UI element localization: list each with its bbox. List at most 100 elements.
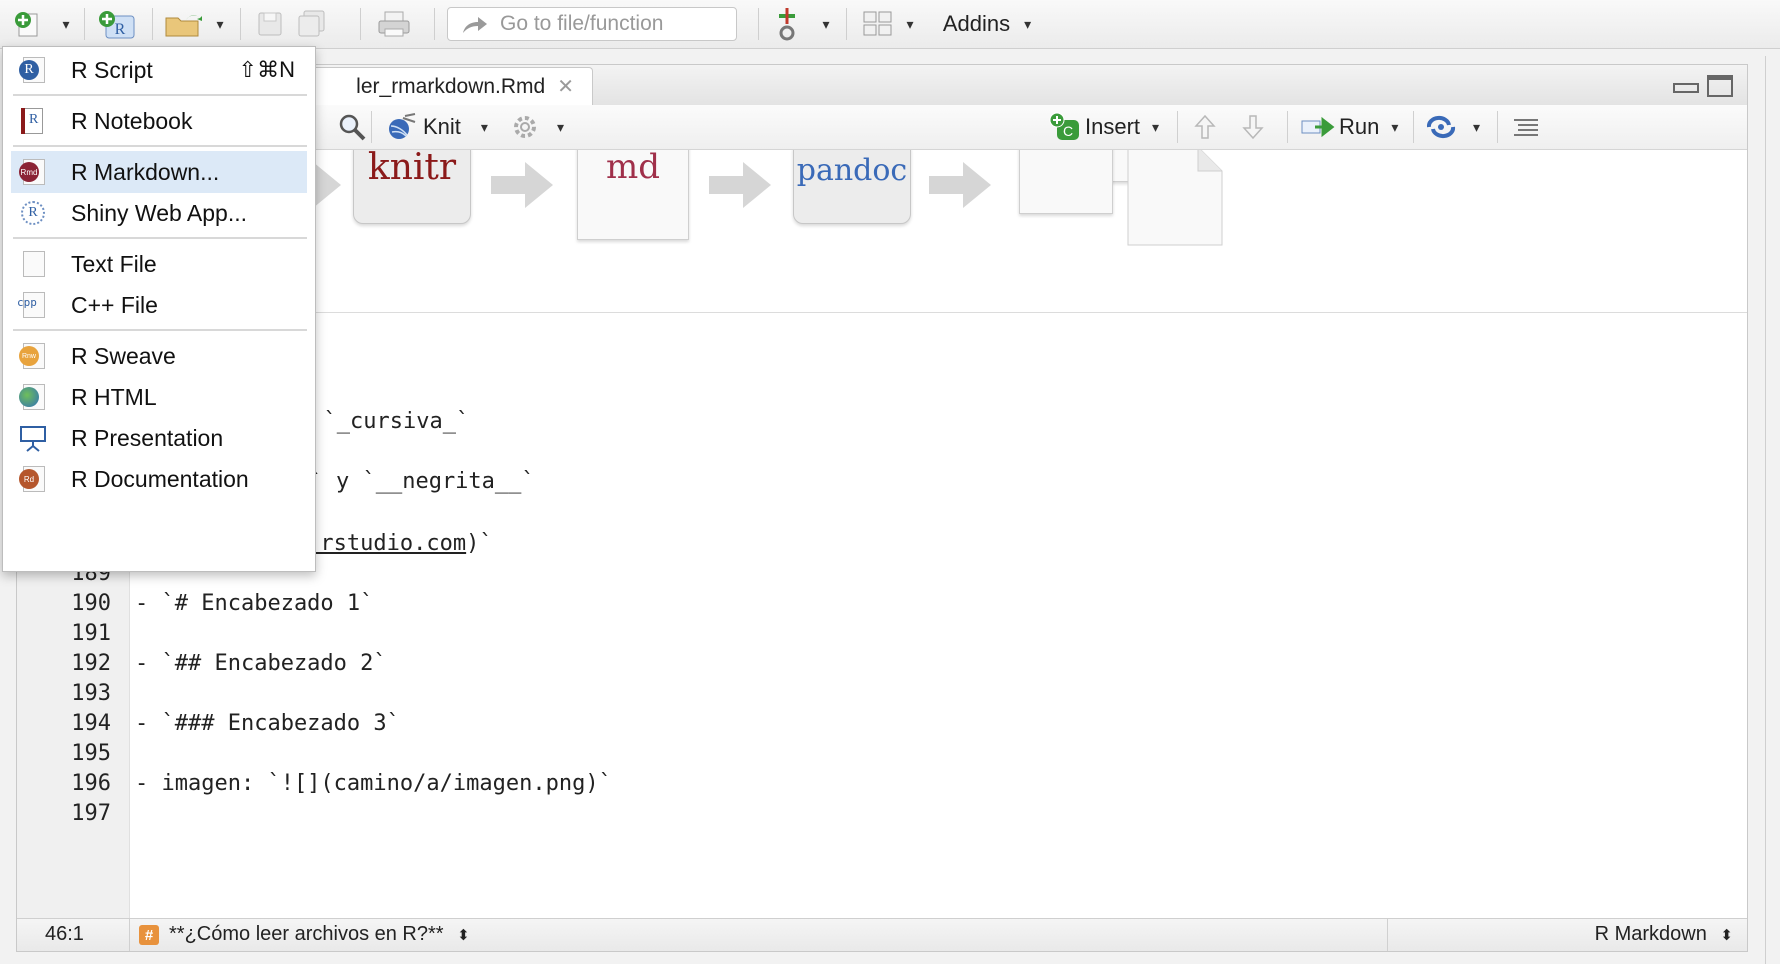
menu-item-r-sweave[interactable]: Rnw R Sweave [11,335,307,377]
output-document-folded [1127,150,1223,246]
insert-label: Insert [1085,114,1141,139]
line-number: 197 [71,801,111,826]
line-number: 191 [71,621,111,646]
menu-item-r-html[interactable]: R HTML [11,376,307,418]
menu-item-r-script[interactable]: R R Script ⇧⌘N [11,49,307,91]
grid-layout-icon [863,11,892,36]
menu-item-r-presentation[interactable]: R Presentation [11,417,307,459]
addins-button[interactable]: Addins ▾ [932,10,1042,38]
md-document: md [577,150,689,240]
knit-yarn-icon [389,113,416,139]
pandoc-label: pandoc [796,153,908,188]
menu-item-text-file[interactable]: Text File [11,243,307,285]
section-hash-icon: # [139,925,159,945]
menu-item-r-notebook[interactable]: R R Notebook [11,100,307,142]
code-line[interactable]: - `# Encabezado 1` [135,591,373,616]
document-outline-button[interactable] [1513,105,1539,149]
line-number: 192 [71,651,111,676]
r-script-icon: R [19,57,47,83]
code-line[interactable]: - imagen: `![](camino/a/imagen.png)` [135,771,612,796]
tab-filename: ler_rmarkdown.Rmd [356,74,546,98]
line-number: 193 [71,681,111,706]
menu-item-label: R Sweave [71,342,176,369]
next-chunk-button[interactable] [1241,105,1265,149]
workspace-panes-button[interactable] [858,10,898,38]
new-file-dropdown-caret[interactable]: ▾ [58,12,74,36]
editor-toolbar-separator [1413,111,1414,143]
rerun-button[interactable]: ▾ [1425,105,1480,149]
new-file-icon [15,12,38,37]
editor-settings-button[interactable]: ▾ [511,105,564,149]
go-to-file-function-field[interactable] [447,7,737,41]
compile-button[interactable] [772,8,802,42]
save-all-icon [298,10,325,37]
find-replace-button[interactable] [337,105,367,149]
toolbar-separator [240,8,241,40]
main-toolbar: ▾ R ▾ Go to file/function ▾ ▾ Addins ▾ [0,0,1780,49]
open-recent-dropdown-caret[interactable]: ▾ [212,12,228,36]
run-arrow-icon [1301,116,1335,138]
code-line[interactable]: **` y `__negrita__` [283,469,535,494]
flow-arrow-icon [491,162,553,208]
new-project-button[interactable]: R [94,8,140,40]
menu-item-label: R Presentation [71,424,224,451]
editor-toolbar-separator [371,111,372,143]
code-line[interactable]: - `## Encabezado 2` [135,651,387,676]
file-type-selector[interactable]: R Markdown ⬍ [1595,923,1733,946]
minimize-pane-icon[interactable] [1673,83,1699,93]
run-caret: ▾ [1391,118,1399,135]
menu-divider [13,94,307,96]
close-tab-icon[interactable]: ✕ [557,74,574,99]
print-button[interactable] [372,10,416,38]
knit-caret: ▾ [480,118,488,135]
r-markdown-icon: Rmd [19,159,47,185]
knitr-box: knitr [353,150,471,224]
menu-divider [13,145,307,147]
arrow-down-icon [1242,115,1264,140]
code-line[interactable]: - `### Encabezado 3` [135,711,400,736]
open-file-button[interactable] [162,10,206,38]
menu-item-label: R Markdown... [71,158,220,185]
new-file-button[interactable] [8,10,48,38]
run-button[interactable]: Run ▾ [1301,105,1398,149]
rerun-caret: ▾ [1473,118,1481,135]
menu-item-r-markdown[interactable]: Rmd R Markdown... [11,151,307,193]
previous-chunk-button[interactable] [1193,105,1217,149]
workspace-panes-caret[interactable]: ▾ [902,12,918,36]
rerun-icon [1426,116,1456,138]
toolbar-separator [846,8,847,40]
file-type-label: R Markdown [1594,923,1707,945]
md-label: md [605,150,660,187]
compile-dropdown-caret[interactable]: ▾ [818,12,834,36]
line-number: 190 [71,591,111,616]
go-to-arrow-icon [463,17,487,33]
toolbar-separator [152,8,153,40]
insert-chunk-button[interactable]: C Insert ▾ [1049,105,1159,149]
insert-chunk-badge: C [1063,123,1073,139]
text-file-icon [21,251,47,277]
menu-item-r-documentation[interactable]: Rd R Documentation [11,458,307,500]
menu-item-cpp-file[interactable]: cpp C++ File [11,284,307,326]
new-project-icon: R [99,11,135,39]
line-number: 195 [71,741,111,766]
shiny-icon: R [21,200,47,226]
knit-button[interactable]: Knit ▾ [383,105,488,149]
menu-item-shiny-web-app[interactable]: R Shiny Web App... [11,192,307,234]
save-button[interactable] [252,10,288,38]
editor-status-bar: 46:1 # **¿Cómo leer archivos en R?** ⬍ R… [17,918,1747,951]
toolbar-separator [434,8,435,40]
r-notebook-icon: R [21,108,47,134]
maximize-pane-icon[interactable] [1707,75,1733,97]
outline-icon [1514,119,1538,136]
save-all-button[interactable] [292,10,332,38]
compile-icon [779,8,795,41]
go-to-file-function-input[interactable] [498,11,732,37]
code-line[interactable]: y `_cursiva_` [297,409,469,434]
toolbar-separator [758,8,759,40]
output-document [1019,150,1113,214]
menu-item-label: R Documentation [71,465,249,492]
editor-toolbar-separator [1497,111,1498,143]
menu-item-label: Shiny Web App... [71,199,248,226]
section-navigator[interactable]: **¿Cómo leer archivos en R?** ⬍ [169,923,470,946]
menu-item-label: R HTML [71,383,157,410]
